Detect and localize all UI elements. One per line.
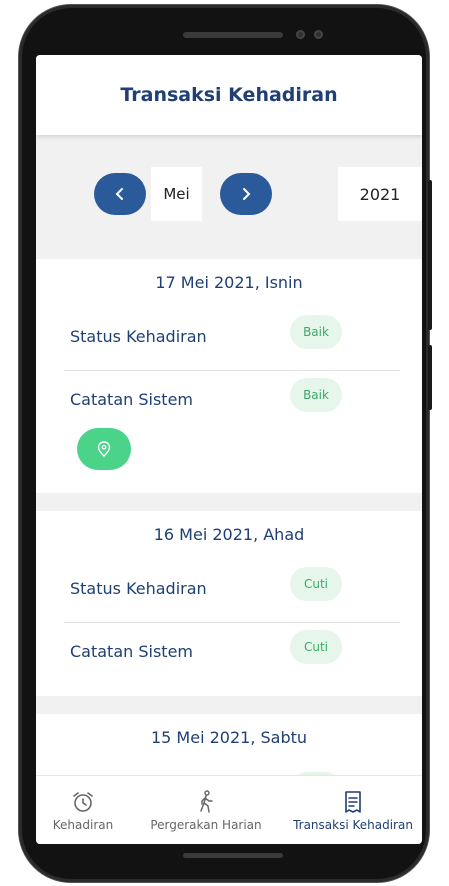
day-date: 17 Mei 2021, Isnin	[155, 273, 303, 292]
tab-label: Kehadiran	[52, 818, 114, 832]
row-label: Status Kehadiran	[70, 327, 207, 346]
location-button[interactable]	[77, 428, 131, 470]
row-label: Catatan Sistem	[70, 642, 193, 661]
chevron-right-icon	[243, 188, 251, 200]
status-badge: Cuti	[290, 567, 342, 601]
status-badge: Baik	[290, 315, 342, 349]
app-screen: Transaksi Kehadiran Mei 2021 17 Mei 2021…	[36, 55, 422, 844]
day-card: 15 Mei 2021, Sabtu	[36, 714, 422, 806]
walking-person-icon	[200, 790, 213, 813]
location-pin-icon	[97, 441, 111, 457]
list-item: Status Kehadiran Baik	[64, 311, 400, 363]
year-value[interactable]: 2021	[338, 167, 422, 221]
bottom-tab-bar: Kehadiran Pergerakan Harian Transaksi Ke…	[36, 775, 422, 844]
month-value[interactable]: Mei	[151, 167, 202, 221]
phone-speaker	[183, 32, 283, 38]
next-month-button[interactable]	[220, 173, 272, 215]
tab-label: Pergerakan Harian	[150, 818, 262, 832]
tab-transaksi-kehadiran[interactable]: Transaksi Kehadiran	[284, 776, 422, 844]
alarm-clock-icon	[73, 792, 93, 812]
divider	[64, 622, 400, 623]
tab-label: Transaksi Kehadiran	[293, 818, 413, 832]
day-card: 17 Mei 2021, Isnin Status Kehadiran Baik…	[36, 259, 422, 493]
power-button	[428, 180, 432, 330]
status-badge: Cuti	[290, 630, 342, 664]
row-label: Catatan Sistem	[70, 390, 193, 409]
list-item: Status Kehadiran Cuti	[64, 563, 400, 615]
period-selector: Mei 2021	[36, 167, 422, 223]
list-item: Catatan Sistem Baik	[64, 374, 400, 426]
receipt-icon	[345, 791, 361, 813]
app-header: Transaksi Kehadiran	[36, 55, 422, 135]
list-item: Catatan Sistem Cuti	[64, 626, 400, 678]
phone-camera	[296, 30, 305, 39]
tab-kehadiran[interactable]: Kehadiran	[36, 776, 130, 844]
page-title: Transaksi Kehadiran	[120, 84, 338, 106]
phone-sensor	[314, 30, 323, 39]
previous-month-button[interactable]	[94, 173, 146, 215]
divider	[64, 370, 400, 371]
day-date: 16 Mei 2021, Ahad	[153, 525, 305, 544]
tab-pergerakan-harian[interactable]: Pergerakan Harian	[136, 776, 276, 844]
day-date: 15 Mei 2021, Sabtu	[150, 728, 308, 747]
chevron-left-icon	[115, 188, 123, 200]
row-label: Status Kehadiran	[70, 579, 207, 598]
home-indicator	[183, 853, 283, 858]
status-badge: Baik	[290, 378, 342, 412]
volume-button	[428, 345, 432, 410]
day-card: 16 Mei 2021, Ahad Status Kehadiran Cuti …	[36, 511, 422, 696]
